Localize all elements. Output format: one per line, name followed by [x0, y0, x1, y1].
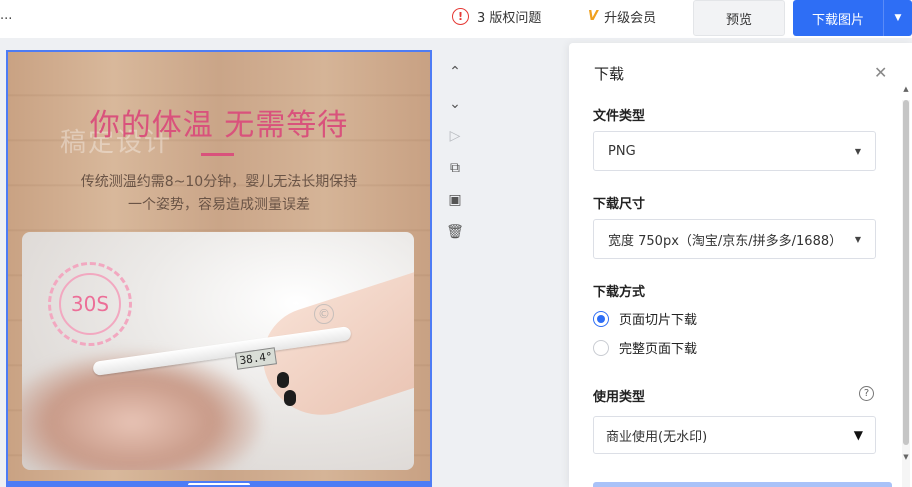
- page-toolbar: ⌃ ⌄ ▷ ⧉ ▣ 🗑: [444, 56, 466, 248]
- copyright-issues-button[interactable]: ! 3 版权问题: [452, 7, 541, 26]
- top-bar: ... ! 3 版权问题 V 升级会员 预览 下载图片 ▼: [0, 0, 912, 38]
- usage-label: 使用类型: [593, 390, 646, 405]
- caret-down-icon: ▼: [853, 428, 863, 442]
- upgrade-vip-label: 升级会员: [604, 11, 657, 26]
- copyright-issues-label: 3 版权问题: [477, 11, 542, 26]
- method-label: 下载方式: [593, 285, 646, 300]
- file-type-select[interactable]: PNG ▼: [593, 131, 876, 171]
- nail: [277, 372, 289, 388]
- resize-handle[interactable]: [188, 483, 250, 485]
- scroll-down-icon[interactable]: ▼: [902, 453, 910, 467]
- headline: 你的体温 无需等待: [89, 108, 349, 143]
- timer-badge: 30S: [48, 262, 132, 346]
- warning-icon: !: [452, 8, 469, 25]
- chevron-down-icon[interactable]: ▼: [884, 13, 912, 23]
- move-up-icon[interactable]: ⌃: [444, 56, 466, 88]
- radio-full-download[interactable]: 完整页面下载: [593, 338, 697, 357]
- preview-button[interactable]: 预览: [693, 0, 785, 36]
- scroll-up-icon[interactable]: ▲: [902, 85, 910, 99]
- size-select[interactable]: 宽度 750px（淘宝/京东/拼多多/1688） ▼: [593, 219, 876, 259]
- more-indicator: ...: [0, 8, 13, 23]
- headline-divider: [201, 153, 234, 156]
- file-type-value: PNG: [608, 143, 636, 159]
- close-icon[interactable]: ✕: [874, 63, 887, 82]
- caret-down-icon: ▼: [854, 146, 861, 156]
- product-photo[interactable]: 38.4° 30S ©: [22, 232, 414, 470]
- vip-icon: V: [588, 9, 599, 24]
- size-label: 下载尺寸: [593, 197, 646, 212]
- baby-blur: [22, 352, 262, 470]
- play-icon[interactable]: ▷: [444, 120, 466, 152]
- radio-slice-download[interactable]: 页面切片下载: [593, 309, 697, 328]
- file-type-label: 文件类型: [593, 109, 646, 124]
- move-down-icon[interactable]: ⌄: [444, 88, 466, 120]
- radio-unselected-icon: [593, 339, 609, 356]
- usage-value: 商业使用(无水印): [606, 429, 708, 445]
- design-canvas[interactable]: 稿定设计 你的体温 无需等待 传统测温约需8~10分钟，婴儿无法长期保持 一个姿…: [6, 50, 432, 487]
- copyright-icon: ©: [314, 304, 334, 324]
- image-icon[interactable]: ▣: [444, 184, 466, 216]
- nail: [284, 390, 296, 406]
- radio-label: 页面切片下载: [619, 313, 698, 328]
- timer-text: 30S: [59, 273, 121, 335]
- download-image-button[interactable]: 下载图片 ▼: [793, 0, 912, 36]
- scrollbar-thumb[interactable]: [903, 100, 909, 445]
- duplicate-icon[interactable]: ⧉: [444, 152, 466, 184]
- upgrade-vip-button[interactable]: V 升级会员: [588, 7, 656, 26]
- subtitle-line-1: 传统测温约需8~10分钟，婴儿无法长期保持: [80, 174, 358, 190]
- caret-down-icon: ▼: [854, 234, 861, 244]
- download-image-label: 下载图片: [811, 12, 864, 28]
- radio-selected-icon: [593, 310, 609, 327]
- confirm-download-button[interactable]: [593, 482, 892, 487]
- trash-icon[interactable]: 🗑: [444, 216, 466, 248]
- help-icon[interactable]: ?: [859, 386, 874, 401]
- selection-bar: [8, 481, 430, 485]
- subtitle-line-2: 一个姿势，容易造成测量误差: [128, 197, 310, 213]
- radio-label: 完整页面下载: [619, 342, 698, 357]
- usage-select[interactable]: 商业使用(无水印) ▼: [593, 416, 876, 454]
- download-panel: 下载 ✕ 文件类型 PNG ▼ 下载尺寸 宽度 750px（淘宝/京东/拼多多/…: [569, 43, 912, 487]
- size-value: 宽度 750px（淘宝/京东/拼多多/1688）: [608, 233, 843, 249]
- panel-title: 下载: [594, 65, 625, 83]
